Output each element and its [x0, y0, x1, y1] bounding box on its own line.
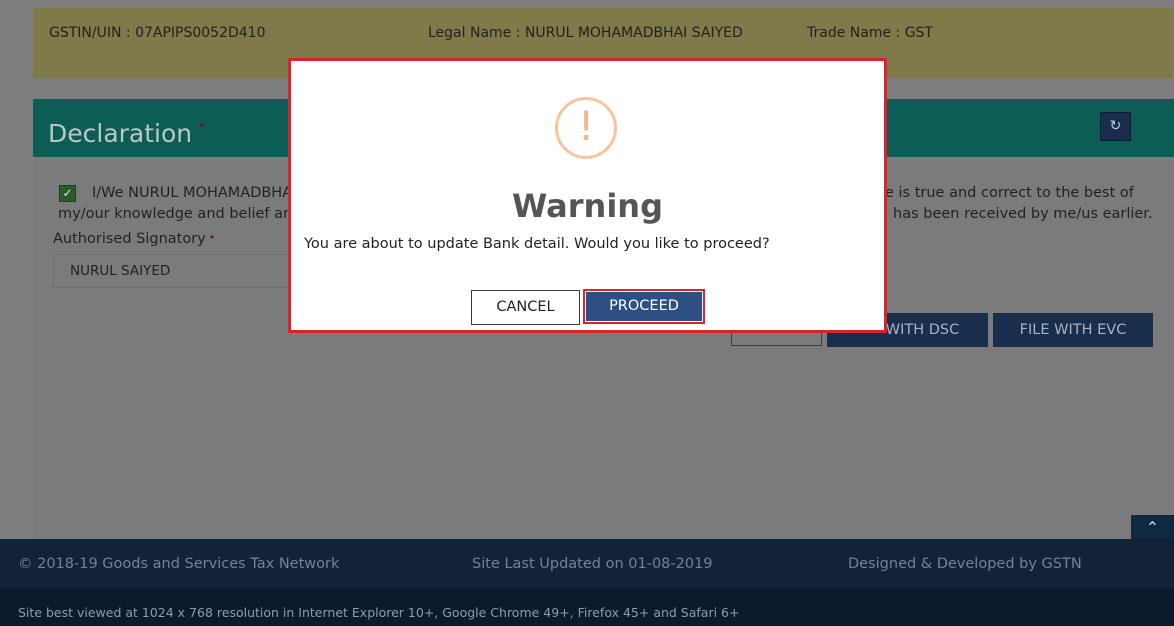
required-indicator: •	[198, 119, 206, 134]
signatory-selected-value: NURUL SAIYED	[70, 263, 171, 279]
authorised-signatory-label: Authorised Signatory •	[53, 231, 215, 247]
declaration-title: Declaration •	[48, 119, 206, 148]
footer: © 2018-19 Goods and Services Tax Network…	[0, 539, 1174, 626]
refresh-button[interactable]: ↻	[1100, 112, 1131, 141]
declaration-text-line1-right: e is true and correct to the best of	[885, 185, 1134, 201]
legal-name-text: Legal Name : NURUL MOHAMADBHAI SAIYED	[428, 25, 743, 41]
dialog-title: Warning	[512, 187, 663, 225]
file-with-evc-button[interactable]: FILE WITH EVC	[993, 313, 1153, 347]
gstin-text: GSTIN/UIN : 07APIPS0052D410	[49, 25, 266, 41]
chevron-up-icon: ⌃	[1145, 518, 1160, 537]
footer-copyright: © 2018-19 Goods and Services Tax Network	[18, 556, 340, 572]
declaration-title-text: Declaration	[48, 119, 193, 148]
warning-dialog: ! Warning You are about to update Bank d…	[288, 58, 887, 333]
checkmark-icon: ✓	[62, 186, 73, 200]
cancel-button[interactable]: CANCEL	[471, 290, 580, 325]
warning-glyph: !	[577, 104, 595, 150]
declaration-text-line2-left: my/our knowledge and belief and	[58, 206, 302, 222]
declaration-text-line1-left: I/We NURUL MOHAMADBHA	[92, 185, 293, 201]
declaration-checkbox[interactable]: ✓	[59, 185, 76, 202]
footer-best-viewed: Site best viewed at 1024 x 768 resolutio…	[18, 605, 740, 620]
refresh-icon: ↻	[1109, 118, 1122, 134]
file-with-evc-label: FILE WITH EVC	[1019, 322, 1127, 338]
signatory-label-text: Authorised Signatory	[53, 231, 206, 247]
warning-exclamation-icon: !	[555, 97, 617, 159]
footer-bottom-strip: Site best viewed at 1024 x 768 resolutio…	[0, 588, 1174, 626]
trade-name-text: Trade Name : GST	[807, 25, 933, 41]
dialog-message: You are about to update Bank detail. Wou…	[304, 236, 770, 252]
footer-designed-by: Designed & Developed by GSTN	[848, 556, 1082, 572]
signatory-required-indicator: •	[208, 231, 216, 244]
footer-last-updated: Site Last Updated on 01-08-2019	[472, 556, 713, 572]
declaration-text-line2-right: has been received by me/us earlier.	[893, 206, 1153, 222]
page: GSTIN/UIN : 07APIPS0052D410 Legal Name :…	[0, 0, 1174, 626]
proceed-button[interactable]: PROCEED	[583, 289, 705, 324]
